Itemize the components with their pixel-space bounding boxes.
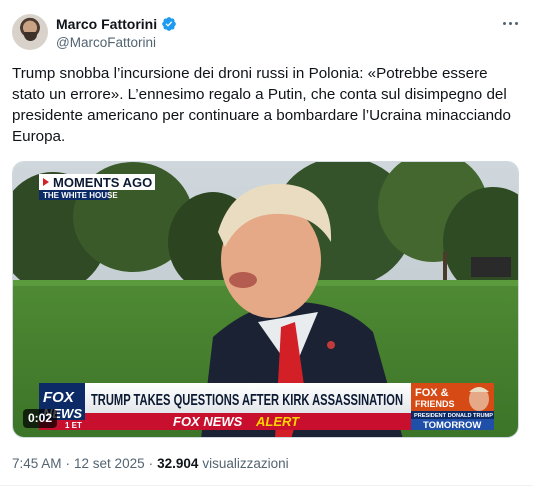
meta-separator: · xyxy=(65,456,71,471)
avatar[interactable] xyxy=(12,14,48,50)
views-label: visualizzazioni xyxy=(202,456,289,471)
author-name-row: Marco Fattorini xyxy=(56,15,177,33)
author-handle[interactable]: @MarcoFattorini xyxy=(56,35,156,50)
promo-show-top: FOX & xyxy=(415,387,449,399)
tweet-card: Marco Fattorini @MarcoFattorini Trump sn… xyxy=(0,0,533,488)
alert-word: ALERT xyxy=(255,414,300,429)
promo-when: TOMORROW xyxy=(423,420,481,431)
promo-show-bottom: FRIENDS xyxy=(415,399,455,409)
clock-label: 1 ET xyxy=(65,421,82,430)
headline-text: TRUMP TAKES QUESTIONS AFTER KIRK ASSASSI… xyxy=(91,392,403,409)
tweet-time[interactable]: 7:45 AM xyxy=(12,456,62,471)
tweet-meta: 7:45 AM · 12 set 2025 · 32.904 visualizz… xyxy=(12,456,289,471)
video-frame: MOMENTS AGO THE WHITE HOUSE TRUMP TAKES … xyxy=(13,162,518,437)
divider xyxy=(0,485,533,486)
tweet-text: Trump snobba l’incursione dei droni russ… xyxy=(12,65,511,145)
alert-brand: FOX NEWS xyxy=(173,414,243,429)
views-count[interactable]: 32.904 xyxy=(157,456,198,471)
promo-guest: PRESIDENT DONALD TRUMP xyxy=(414,413,493,419)
verified-badge-icon xyxy=(162,17,176,31)
tweet-date[interactable]: 12 set 2025 xyxy=(74,456,145,471)
video-duration-badge: 0:02 xyxy=(23,409,58,428)
logo-fox: FOX xyxy=(43,389,75,406)
moments-ago-label: MOMENTS AGO xyxy=(53,175,152,190)
author-display-name[interactable]: Marco Fattorini xyxy=(56,16,157,32)
more-dots-icon[interactable] xyxy=(499,14,521,32)
meta-separator: · xyxy=(148,456,154,471)
video-player[interactable]: MOMENTS AGO THE WHITE HOUSE TRUMP TAKES … xyxy=(12,161,519,438)
location-label: THE WHITE HOUSE xyxy=(43,191,118,200)
